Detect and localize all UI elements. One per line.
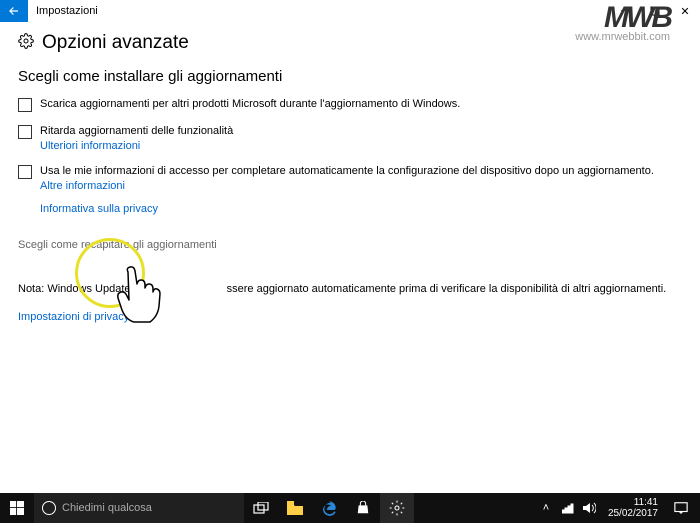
window-titlebar: Impostazioni ─ ✕ — [0, 0, 700, 22]
label-defer-updates: Ritarda aggiornamenti delle funzionalità — [40, 124, 233, 139]
taskbar-app-edge[interactable] — [312, 493, 346, 523]
link-privacy-settings[interactable]: Impostazioni di privacy — [18, 311, 682, 323]
link-auto-setup-more-info[interactable]: Altre informazioni — [40, 179, 654, 194]
window-title: Impostazioni — [28, 0, 610, 22]
maximize-button[interactable] — [640, 0, 670, 22]
link-delivery-optimization[interactable]: Scegli come recapitare gli aggiornamenti — [18, 239, 682, 251]
link-privacy-statement[interactable]: Informativa sulla privacy — [40, 203, 682, 215]
search-box[interactable]: Chiedimi qualcosa — [34, 493, 244, 523]
close-button[interactable]: ✕ — [670, 0, 700, 22]
search-placeholder: Chiedimi qualcosa — [62, 502, 152, 514]
checkbox-defer-updates[interactable] — [18, 125, 32, 139]
taskbar-app-settings[interactable] — [380, 493, 414, 523]
tray-chevron-icon[interactable]: ˄ — [538, 502, 554, 514]
page-content: Opzioni avanzate Scegli come installare … — [0, 22, 700, 323]
tray-volume-icon[interactable] — [582, 502, 598, 514]
system-tray: ˄ 11:41 25/02/2017 — [538, 493, 700, 523]
link-defer-more-info[interactable]: Ulteriori informazioni — [40, 139, 233, 154]
checkbox-auto-setup[interactable] — [18, 165, 32, 179]
page-title: Opzioni avanzate — [42, 32, 189, 54]
taskbar-clock[interactable]: 11:41 25/02/2017 — [604, 497, 662, 519]
back-button[interactable] — [0, 0, 28, 22]
note-text: Nota: Windows Update ssere aggiornato au… — [18, 283, 682, 295]
taskview-button[interactable] — [244, 493, 278, 523]
checkbox-microsoft-products[interactable] — [18, 98, 32, 112]
tray-network-icon[interactable] — [560, 502, 576, 514]
taskbar: Chiedimi qualcosa ˄ 11:41 25/ — [0, 493, 700, 523]
action-center-button[interactable] — [668, 501, 694, 515]
gear-icon — [18, 33, 34, 54]
start-button[interactable] — [0, 493, 34, 523]
taskbar-app-explorer[interactable] — [278, 493, 312, 523]
section-title: Scegli come installare gli aggiornamenti — [18, 68, 682, 85]
label-auto-setup: Usa le mie informazioni di accesso per c… — [40, 164, 654, 179]
taskbar-app-store[interactable] — [346, 493, 380, 523]
minimize-button[interactable]: ─ — [610, 0, 640, 22]
cortana-icon — [42, 501, 56, 515]
label-microsoft-products: Scarica aggiornamenti per altri prodotti… — [40, 97, 460, 112]
